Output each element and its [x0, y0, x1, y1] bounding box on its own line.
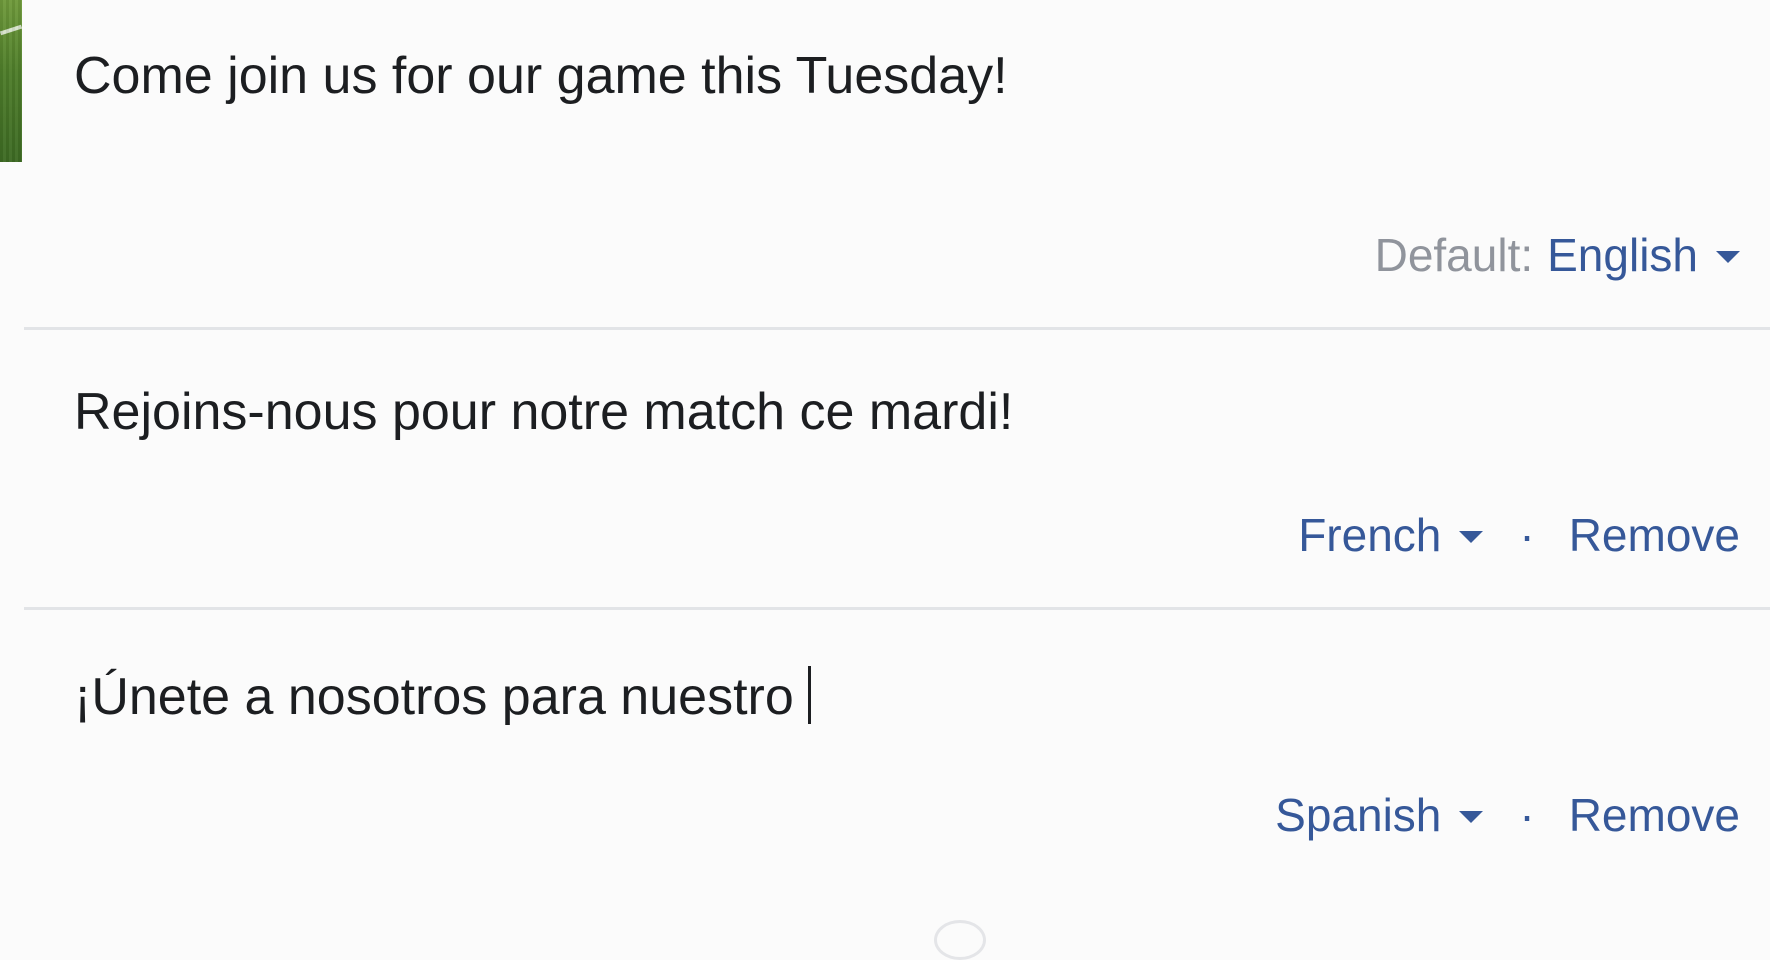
separator-dot: · — [1519, 789, 1535, 841]
default-post-text[interactable]: Come join us for our game this Tuesday! — [74, 50, 1008, 102]
french-language-row: French · Remove — [1298, 512, 1740, 558]
spanish-language-dropdown[interactable]: Spanish — [1275, 789, 1484, 841]
chevron-down-icon — [1459, 811, 1484, 823]
french-language-dropdown[interactable]: French — [1298, 509, 1484, 561]
remove-spanish-link[interactable]: Remove — [1569, 792, 1740, 838]
default-language-label: Default: — [1374, 229, 1534, 281]
divider — [24, 607, 1770, 610]
default-language-dropdown[interactable]: English — [1547, 232, 1740, 278]
circle-icon — [934, 920, 986, 960]
default-language-row: Default: English — [1375, 232, 1740, 278]
text-cursor — [807, 666, 811, 724]
spanish-language-row: Spanish · Remove — [1275, 792, 1740, 838]
separator-dot: · — [1519, 509, 1535, 561]
french-translation-text[interactable]: Rejoins-nous pour notre match ce mardi! — [74, 386, 1013, 438]
chevron-down-icon — [1459, 531, 1484, 543]
avatar — [0, 0, 22, 162]
spanish-translation-input[interactable]: ¡Únete a nosotros para nuestro — [74, 666, 811, 724]
default-language-value: English — [1547, 229, 1698, 281]
remove-french-link[interactable]: Remove — [1569, 512, 1740, 558]
chevron-down-icon — [1716, 251, 1740, 263]
divider — [24, 327, 1770, 330]
french-language-value: French — [1298, 509, 1442, 561]
spanish-translation-text: ¡Únete a nosotros para nuestro — [74, 668, 794, 726]
spanish-language-value: Spanish — [1275, 789, 1442, 841]
